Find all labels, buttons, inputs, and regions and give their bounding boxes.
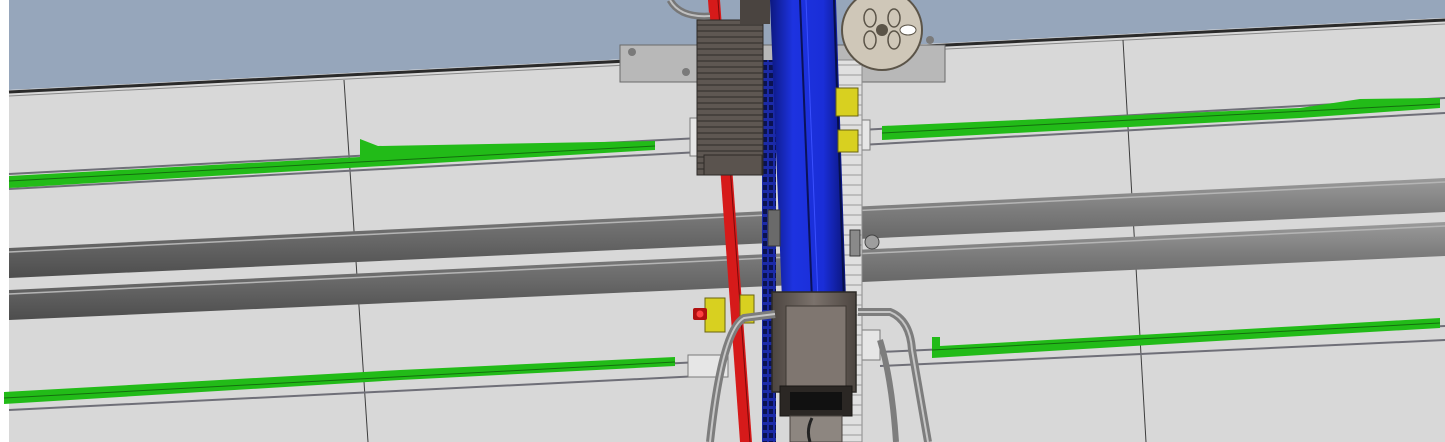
yellow-clamp bbox=[704, 297, 726, 333]
left-margin bbox=[0, 0, 9, 442]
gearbox-lower bbox=[789, 415, 843, 442]
pipe-collar-bolt bbox=[864, 234, 880, 250]
cad-viewport[interactable] bbox=[0, 0, 1445, 442]
yellow-clamp bbox=[837, 129, 859, 153]
pipe-collar bbox=[767, 209, 781, 247]
gear-disc-icon bbox=[841, 0, 923, 71]
heatsink-mount bbox=[740, 0, 770, 24]
bracket-bolt bbox=[682, 68, 690, 76]
bracket-bolt bbox=[926, 36, 934, 44]
warning-light-icon bbox=[693, 308, 707, 320]
heatsink-block bbox=[696, 19, 764, 176]
heatsink-cap bbox=[703, 154, 763, 176]
gearbox-vent bbox=[790, 392, 842, 410]
gearbox-panel bbox=[785, 305, 847, 387]
cad-scene bbox=[0, 0, 1445, 442]
bracket-bolt bbox=[628, 48, 636, 56]
pipe-collar bbox=[849, 229, 861, 257]
yellow-clamp bbox=[835, 87, 859, 117]
